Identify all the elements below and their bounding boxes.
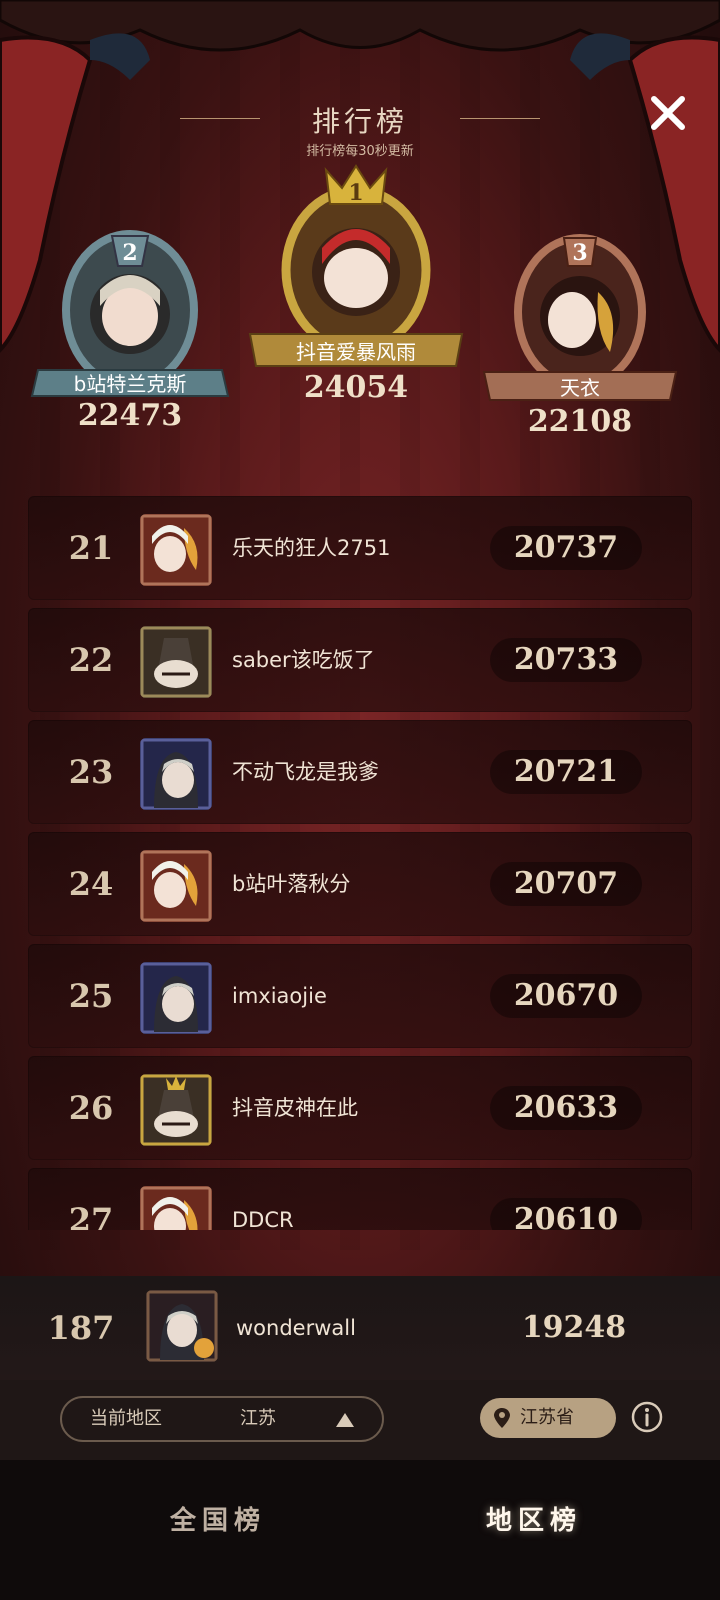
row-player-name: b站叶落秋分 [232,872,351,896]
row-rank: 24 [68,865,114,903]
nun-fire-avatar [140,850,212,922]
nun-fire-avatar [140,1186,212,1230]
region-label: 当前地区 [90,1408,162,1429]
row-score: 20633 [513,1090,619,1125]
row-player-name: 抖音皮神在此 [232,1096,358,1120]
ranking-row[interactable]: 27 DDCR 20610 [28,1168,692,1230]
hooded-grey-avatar [140,962,212,1034]
podium-first-name: 抖音爱暴风雨 [296,340,416,364]
row-rank: 21 [68,529,114,567]
nun-fire-avatar [140,514,212,586]
ranking-row[interactable]: 21 乐天的狂人2751 20737 [28,496,692,600]
podium-first-score: 24054 [303,370,409,405]
row-player-name: 乐天的狂人2751 [232,536,391,560]
ranking-row[interactable]: 23 不动飞龙是我爹 20721 [28,720,692,824]
hat-grin-crown-avatar [140,1074,212,1146]
my-rank: 187 [47,1309,115,1347]
svg-text:2: 2 [122,240,137,266]
bottom-tabs: 全国榜 地区榜 [0,1460,720,1600]
row-score: 20721 [513,754,619,789]
ranking-row[interactable]: 26 抖音皮神在此 20633 [28,1056,692,1160]
row-player-name: 不动飞龙是我爹 [232,760,379,784]
region-dropdown[interactable]: 当前地区 江苏 [60,1396,384,1442]
title-row: 排行榜 [0,100,720,140]
row-score: 20670 [513,978,619,1013]
podium-third[interactable]: 3 天衣 22108 [480,222,680,442]
my-score: 19248 [521,1310,627,1345]
info-icon[interactable] [630,1400,664,1434]
my-player-name: wonderwall [236,1316,356,1340]
row-rank: 22 [68,641,114,679]
triangle-up-icon [336,1413,354,1427]
row-score: 20707 [513,866,619,901]
row-player-name: saber该吃饭了 [232,648,375,672]
page-subtitle: 排行榜每30秒更新 [306,144,414,159]
row-player-name: DDCR [232,1208,294,1230]
ranking-row[interactable]: 22 saber该吃饭了 20733 [28,608,692,712]
row-score: 20737 [513,530,619,565]
svg-text:1: 1 [348,180,363,206]
podium-third-score: 22108 [527,404,633,439]
close-icon[interactable] [648,93,688,133]
ranking-row[interactable]: 25 imxiaojie 20670 [28,944,692,1048]
row-score: 20610 [513,1202,619,1230]
hooded-grey-avatar [140,738,212,810]
leaderboard-screen: 排行榜 排行榜每30秒更新 2 b站特兰克斯 22473 1 抖音爱暴风雨 24… [0,0,720,1600]
my-rank-bar[interactable]: 187 wonderwall 19248 [0,1276,720,1380]
location-pin-icon [494,1408,510,1428]
region-bar: 当前地区 江苏 江苏省 [0,1380,720,1460]
tab-regional[interactable]: 地区榜 [424,1500,644,1537]
location-text: 江苏省 [520,1407,574,1428]
podium-second-name: b站特兰克斯 [73,372,187,396]
podium-first[interactable]: 1 抖音爱暴风雨 24054 [246,160,466,410]
row-score: 20733 [513,642,619,677]
location-pill[interactable]: 江苏省 [480,1398,616,1438]
hat-grin-avatar [140,626,212,698]
region-value: 江苏 [240,1408,276,1429]
row-rank: 25 [68,977,114,1015]
podium-second-score: 22473 [77,398,183,433]
podium-third-name: 天衣 [560,376,600,400]
row-rank: 27 [68,1201,114,1230]
hooded-grey-avatar [146,1290,218,1362]
row-rank: 26 [68,1089,114,1127]
ranking-row[interactable]: 24 b站叶落秋分 20707 [28,832,692,936]
podium-second[interactable]: 2 b站特兰克斯 22473 [30,220,230,440]
tab-national[interactable]: 全国榜 [108,1500,328,1537]
svg-text:3: 3 [572,240,587,266]
ranking-list[interactable]: 21 乐天的狂人2751 20737 22 saber该吃饭了 20733 23… [28,496,692,1230]
row-rank: 23 [68,753,114,791]
page-title: 排行榜 [311,105,408,138]
row-player-name: imxiaojie [232,984,327,1008]
